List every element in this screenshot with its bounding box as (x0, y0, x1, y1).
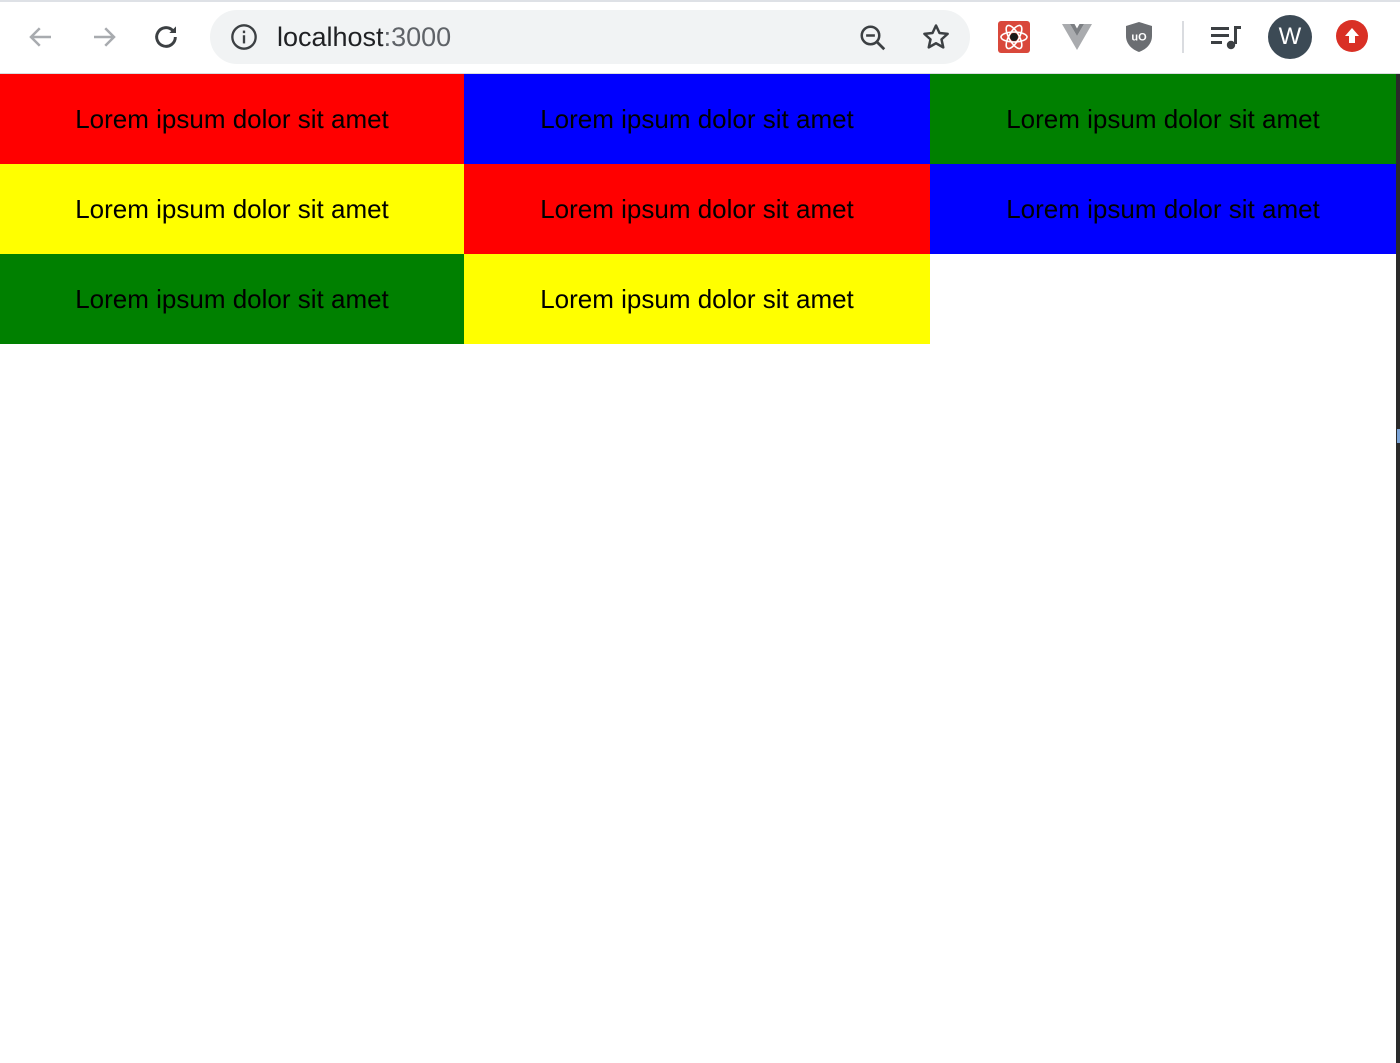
reload-button[interactable] (146, 17, 186, 57)
url-text[interactable]: localhost:3000 (277, 10, 451, 64)
update-arrow-icon (1345, 28, 1359, 43)
star-icon (923, 24, 949, 49)
update-button[interactable] (1336, 20, 1368, 52)
window-edge (1396, 74, 1400, 1063)
vue-devtools-icon (1062, 24, 1092, 50)
color-grid: Lorem ipsum dolor sit amet Lorem ipsum do… (0, 74, 1396, 344)
grid-cell: Lorem ipsum dolor sit amet (464, 254, 930, 344)
toolbar-separator (1182, 21, 1184, 53)
grid-cell: Lorem ipsum dolor sit amet (464, 74, 930, 164)
url-host: localhost (277, 22, 384, 52)
grid-cell: Lorem ipsum dolor sit amet (0, 74, 464, 164)
back-button[interactable] (21, 17, 61, 57)
reload-icon (155, 26, 177, 48)
browser-toolbar: localhost:3000 uO W (0, 0, 1400, 74)
tab-strip-edge (0, 0, 1400, 2)
react-devtools-extension[interactable] (996, 19, 1032, 55)
svg-text:uO: uO (1131, 32, 1147, 44)
ublock-extension[interactable]: uO (1121, 19, 1157, 55)
vue-devtools-extension[interactable] (1059, 19, 1095, 55)
arrow-right-icon (94, 27, 116, 47)
zoom-button[interactable] (856, 21, 890, 55)
react-devtools-icon (998, 21, 1030, 53)
info-icon (231, 24, 257, 50)
profile-avatar[interactable]: W (1268, 15, 1312, 59)
page-content: Lorem ipsum dolor sit amet Lorem ipsum do… (0, 74, 1396, 344)
media-queue-icon (1211, 26, 1241, 50)
ublock-icon: uO (1126, 22, 1152, 52)
grid-cell: Lorem ipsum dolor sit amet (930, 74, 1396, 164)
bookmark-button[interactable] (919, 20, 953, 54)
zoom-out-icon (860, 25, 886, 51)
url-port: :3000 (383, 22, 452, 52)
address-bar[interactable]: localhost:3000 (210, 10, 970, 64)
site-info-button[interactable] (230, 23, 258, 51)
grid-cell: Lorem ipsum dolor sit amet (464, 164, 930, 254)
grid-cell: Lorem ipsum dolor sit amet (0, 164, 464, 254)
grid-cell: Lorem ipsum dolor sit amet (0, 254, 464, 344)
forward-button[interactable] (84, 17, 124, 57)
grid-cell: Lorem ipsum dolor sit amet (930, 164, 1396, 254)
arrow-left-icon (29, 27, 51, 47)
media-control-button[interactable] (1208, 19, 1244, 55)
